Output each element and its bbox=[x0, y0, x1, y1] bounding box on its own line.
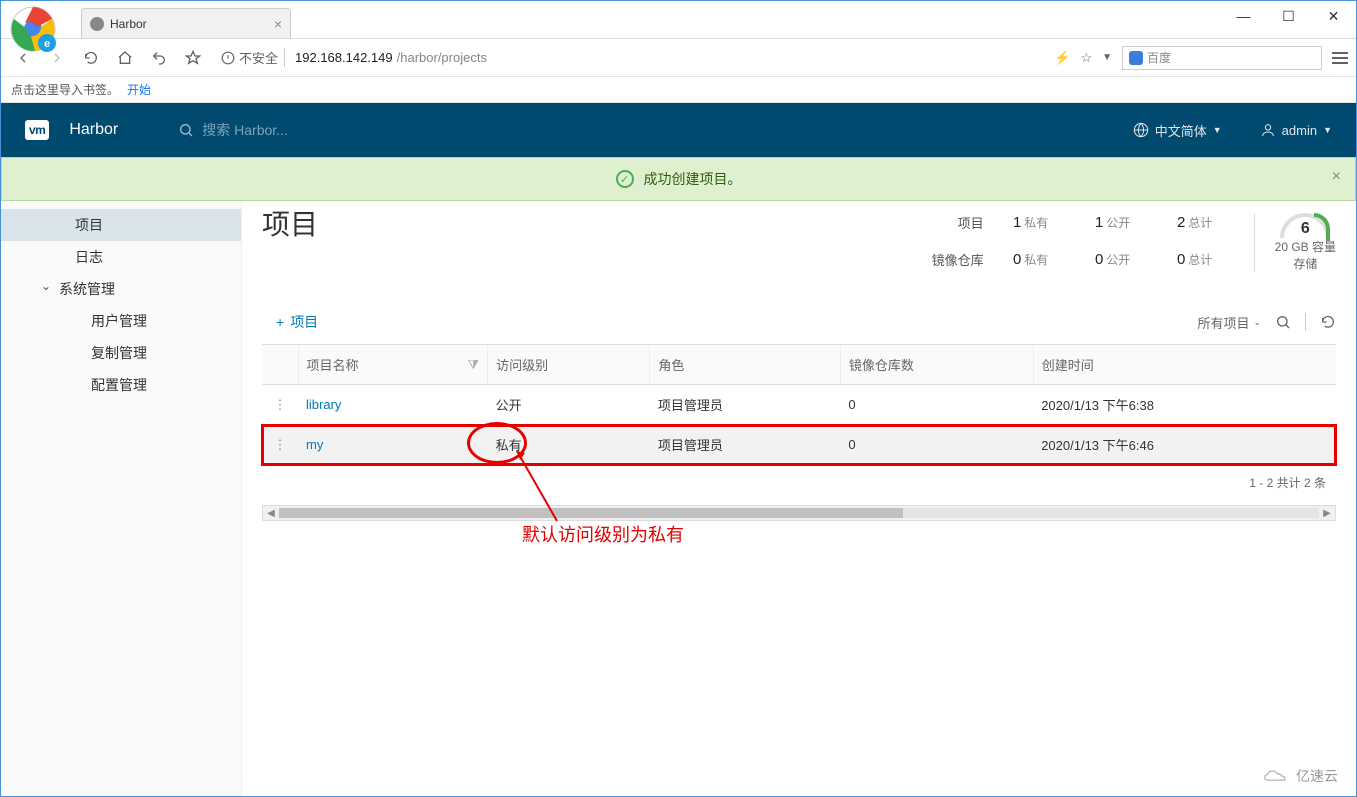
col-role[interactable]: 角色 bbox=[650, 345, 841, 385]
harbor-header: vm Harbor 中文简体 ▼ admin ▼ bbox=[1, 103, 1356, 157]
globe-icon bbox=[1133, 122, 1149, 138]
cell-repos: 0 bbox=[840, 385, 1033, 425]
browser-menu-button[interactable] bbox=[1332, 49, 1348, 67]
chrome-logo-icon: e bbox=[9, 5, 57, 53]
page-title: 项目 bbox=[262, 201, 318, 243]
window-close-button[interactable]: ✕ bbox=[1311, 1, 1356, 31]
success-banner: ✓ 成功创建项目。 × bbox=[1, 157, 1356, 201]
window-maximize-button[interactable]: ☐ bbox=[1266, 1, 1311, 31]
col-name[interactable]: 项目名称 bbox=[307, 355, 359, 374]
table-row[interactable]: ⋮my私有项目管理员02020/1/13 下午6:46 bbox=[262, 425, 1336, 465]
chevron-down-icon: ⌄ bbox=[1253, 317, 1261, 328]
table-row[interactable]: ⋮ library 公开项目管理员02020/1/13 下午6:38 bbox=[262, 385, 1336, 425]
sidebar-item-config[interactable]: 配置管理 bbox=[1, 369, 241, 401]
user-menu[interactable]: admin ▼ bbox=[1260, 122, 1332, 138]
check-circle-icon: ✓ bbox=[616, 170, 634, 188]
bookmark-hint: 点击这里导入书签。 bbox=[11, 81, 119, 98]
home-button[interactable] bbox=[111, 44, 139, 72]
scroll-thumb[interactable] bbox=[279, 508, 903, 518]
window-minimize-button[interactable]: — bbox=[1221, 1, 1266, 31]
bookmark-bar: 点击这里导入书签。 开始 bbox=[1, 77, 1356, 103]
projects-table: 项目名称 ⧩ 访问级别 角色 镜像仓库数 创建时间 ⋮ library 公开项目管理员… bbox=[262, 344, 1336, 499]
refresh-icon[interactable] bbox=[1320, 314, 1336, 330]
cell-created: 2020/1/13 下午6:46 bbox=[1033, 425, 1336, 465]
stats-panel: 项目 1私有 1公开 2总计 镜像仓库 0私有 0公开 0总计 6 bbox=[932, 201, 1336, 272]
flash-icon[interactable]: ⚡ bbox=[1054, 50, 1070, 66]
url-host: 192.168.142.149 bbox=[295, 50, 393, 65]
browser-tab[interactable]: Harbor × bbox=[81, 8, 291, 38]
harbor-search-input[interactable] bbox=[202, 122, 462, 138]
annotation-arrow bbox=[517, 451, 577, 531]
svg-text:e: e bbox=[44, 38, 50, 50]
sidebar-item-replication[interactable]: 复制管理 bbox=[1, 337, 241, 369]
tab-close-icon[interactable]: × bbox=[274, 16, 282, 32]
undo-nav-button[interactable] bbox=[145, 44, 173, 72]
insecure-badge: 不安全 bbox=[221, 48, 285, 67]
chevron-down-icon: ▼ bbox=[1213, 125, 1222, 135]
annotation-text: 默认访问级别为私有 bbox=[522, 521, 684, 547]
sidebar-item-user-mgmt[interactable]: 用户管理 bbox=[1, 305, 241, 337]
banner-message: 成功创建项目。 bbox=[644, 169, 742, 189]
banner-close-button[interactable]: × bbox=[1332, 168, 1341, 186]
harbor-search[interactable] bbox=[178, 122, 462, 138]
chevron-down-icon[interactable]: ▼ bbox=[1102, 52, 1112, 63]
scroll-right-icon[interactable]: ▶ bbox=[1319, 508, 1335, 519]
tab-favicon-icon bbox=[90, 17, 104, 31]
baidu-icon bbox=[1129, 51, 1143, 65]
row-actions-icon[interactable]: ⋮ bbox=[262, 385, 298, 425]
search-icon bbox=[178, 122, 194, 138]
star-icon[interactable]: ☆ bbox=[1080, 50, 1092, 66]
gauge-arc-icon bbox=[1280, 213, 1330, 238]
table-footer: 1 - 2 共计 2 条 bbox=[262, 465, 1336, 499]
url-input[interactable]: 不安全 192.168.142.149/harbor/projects bbox=[213, 44, 1048, 72]
language-selector[interactable]: 中文简体 ▼ bbox=[1133, 121, 1222, 140]
scroll-left-icon[interactable]: ◀ bbox=[263, 508, 279, 519]
cell-access: 公开 bbox=[488, 385, 650, 425]
col-created[interactable]: 创建时间 bbox=[1033, 345, 1336, 385]
filter-icon[interactable]: ⧩ bbox=[467, 357, 479, 373]
reload-button[interactable] bbox=[77, 44, 105, 72]
cell-role: 项目管理员 bbox=[650, 385, 841, 425]
main-content: 项目 项目 1私有 1公开 2总计 镜像仓库 0私有 0公开 0总计 bbox=[241, 201, 1356, 796]
stat-projects-label: 项目 bbox=[932, 213, 984, 232]
cell-role: 项目管理员 bbox=[650, 425, 841, 465]
project-link[interactable]: my bbox=[306, 437, 323, 452]
plus-icon: + bbox=[276, 314, 284, 330]
bookmark-start-link[interactable]: 开始 bbox=[127, 81, 151, 98]
bookmark-star-icon[interactable] bbox=[179, 44, 207, 72]
new-project-button[interactable]: + 项目 bbox=[262, 312, 318, 332]
url-path: /harbor/projects bbox=[397, 50, 487, 65]
row-actions-icon[interactable]: ⋮ bbox=[262, 425, 298, 465]
project-link[interactable]: library bbox=[306, 397, 341, 412]
yisu-watermark: 亿速云 bbox=[1262, 766, 1338, 786]
tab-strip: e Harbor × — ☐ ✕ bbox=[1, 1, 1356, 39]
search-icon[interactable] bbox=[1275, 314, 1291, 330]
horizontal-scrollbar[interactable]: ◀ ▶ bbox=[262, 505, 1336, 521]
sidebar-group-sysadmin[interactable]: 系统管理 bbox=[1, 273, 241, 305]
harbor-brand: Harbor bbox=[69, 121, 118, 139]
sidebar-item-projects[interactable]: 项目 bbox=[1, 209, 241, 241]
address-bar: 不安全 192.168.142.149/harbor/projects ⚡ ☆ … bbox=[1, 39, 1356, 77]
sidebar-item-logs[interactable]: 日志 bbox=[1, 241, 241, 273]
baidu-search-input[interactable]: 百度 bbox=[1122, 46, 1322, 70]
col-access[interactable]: 访问级别 bbox=[488, 345, 650, 385]
storage-gauge: 6 20 GB 容量 存储 bbox=[1254, 213, 1336, 272]
chevron-down-icon: ▼ bbox=[1323, 125, 1332, 135]
cell-repos: 0 bbox=[840, 425, 1033, 465]
filter-all-projects[interactable]: 所有项目 ⌄ bbox=[1197, 313, 1261, 332]
user-icon bbox=[1260, 122, 1276, 138]
cell-created: 2020/1/13 下午6:38 bbox=[1033, 385, 1336, 425]
sidebar: 项目 日志 系统管理 用户管理 复制管理 配置管理 bbox=[1, 201, 241, 796]
vmware-logo-icon: vm bbox=[25, 120, 49, 140]
tab-title: Harbor bbox=[110, 17, 147, 31]
col-repos[interactable]: 镜像仓库数 bbox=[840, 345, 1033, 385]
stat-repos-label: 镜像仓库 bbox=[932, 250, 984, 269]
window-controls: — ☐ ✕ bbox=[1221, 1, 1356, 31]
